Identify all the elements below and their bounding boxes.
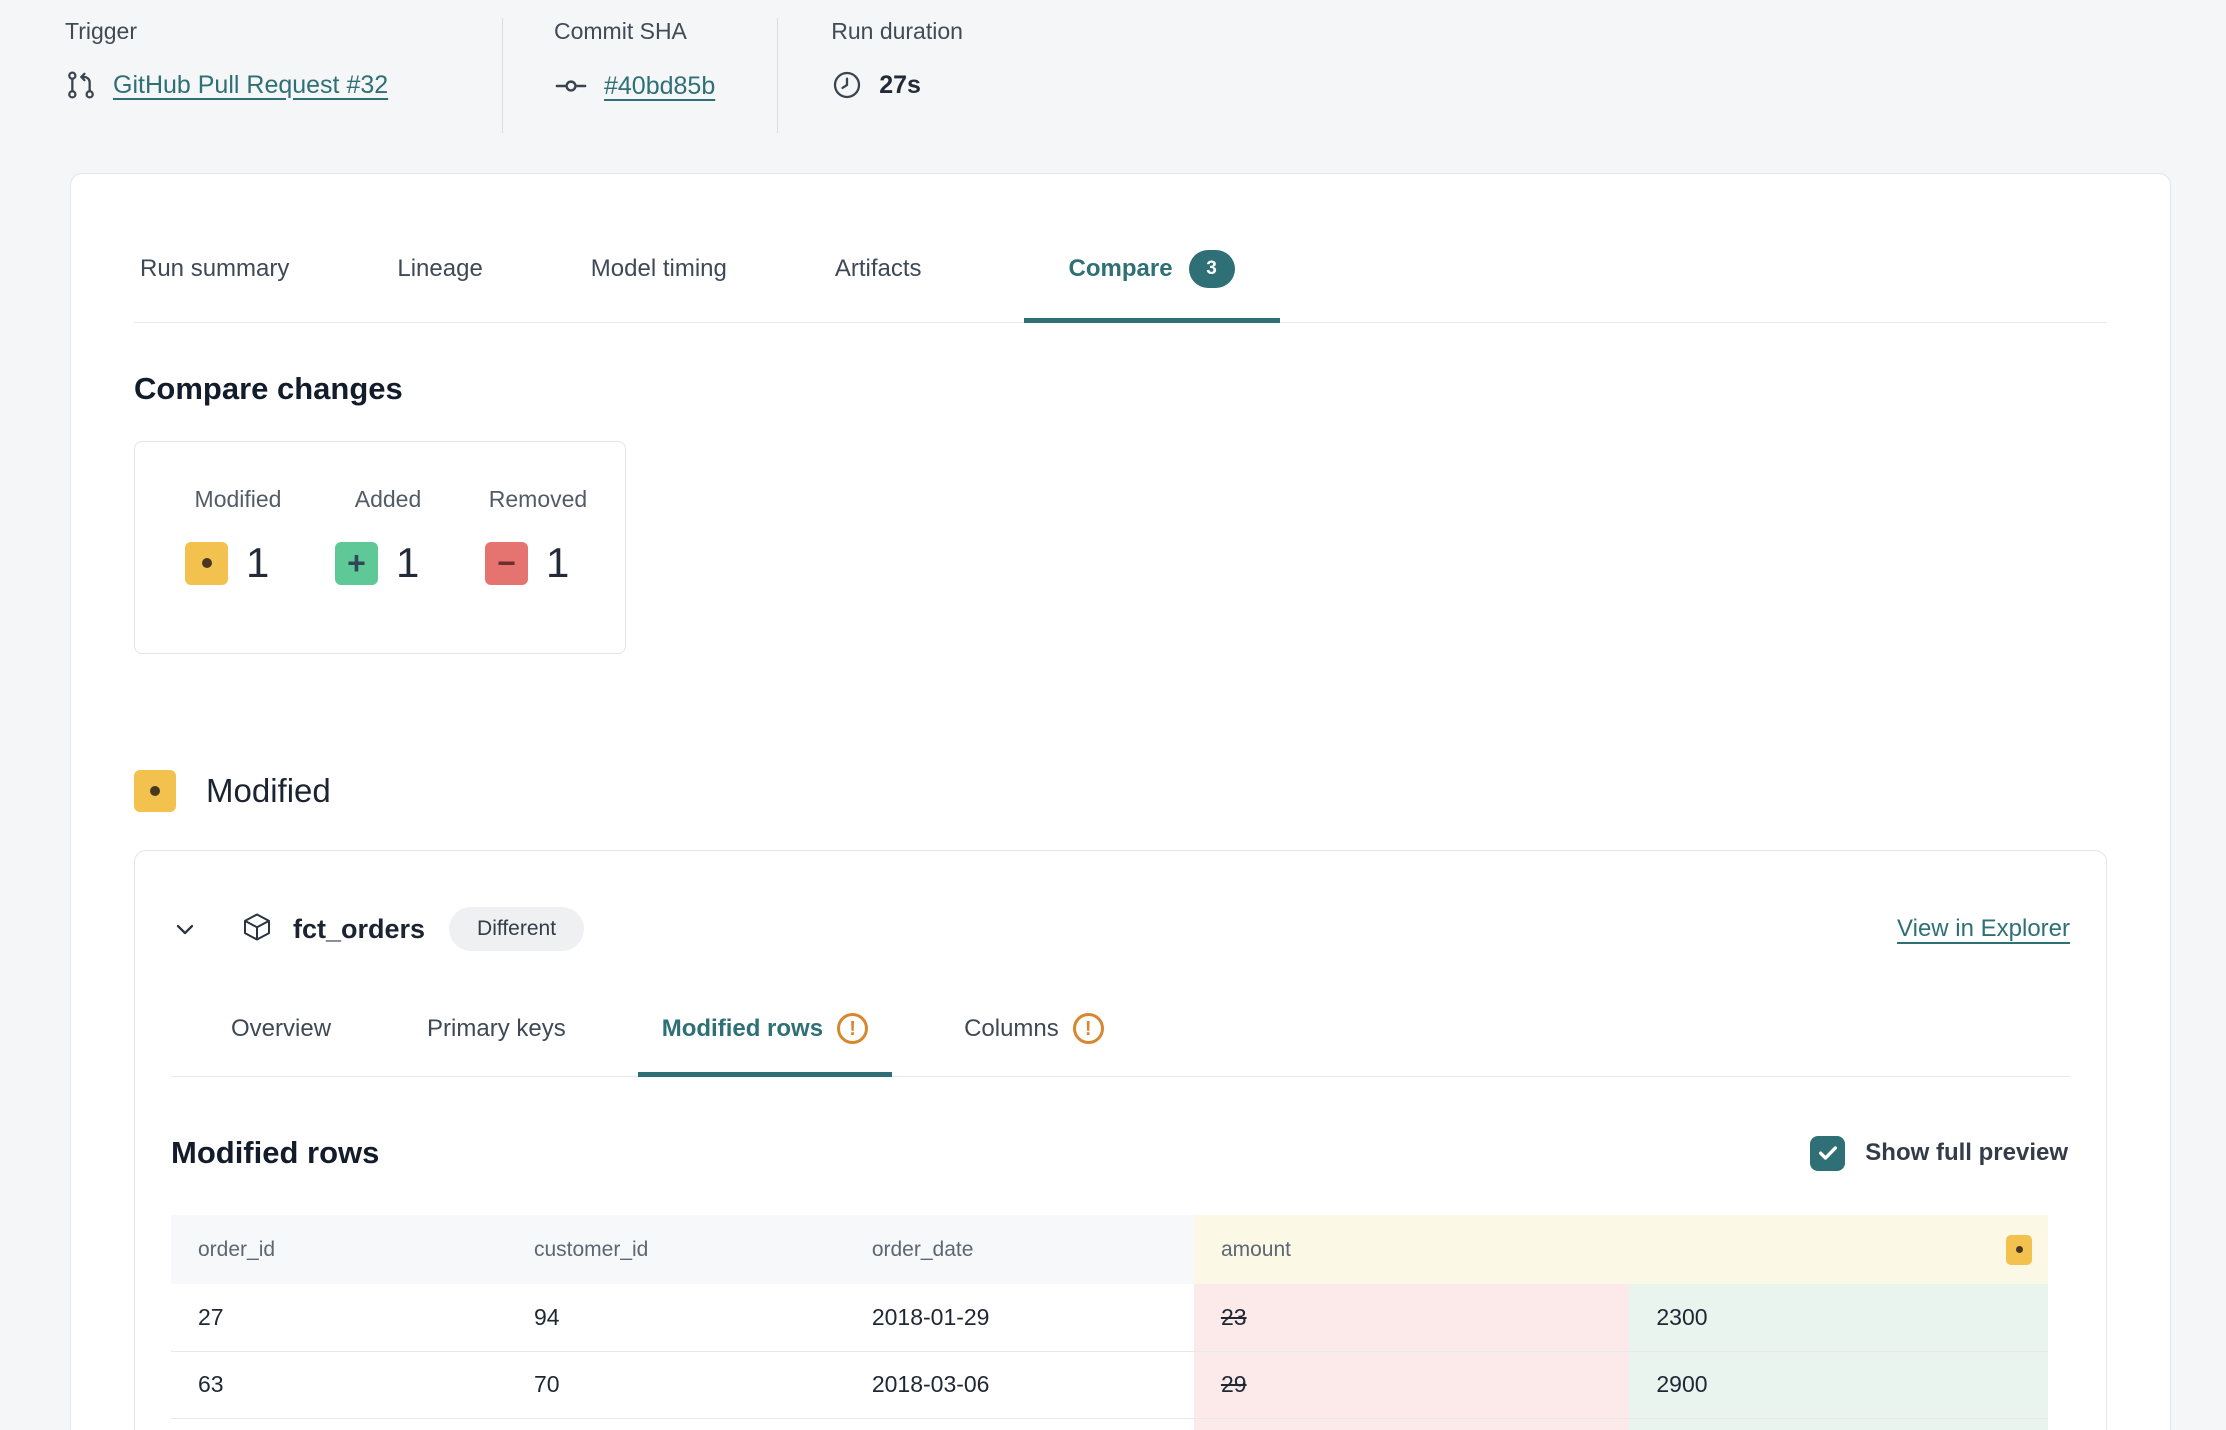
- pull-request-icon: [65, 69, 97, 101]
- change-summary-card: Modified 1 Added + 1 Removed − 1: [134, 441, 626, 654]
- compare-count-badge: 3: [1189, 250, 1235, 288]
- stat-modified: Modified 1: [185, 486, 291, 587]
- cell-amount-old: [1194, 1418, 1629, 1430]
- cell-amount-new: 2900: [1629, 1351, 2048, 1418]
- modified-dot-icon: [134, 770, 176, 812]
- tab-columns[interactable]: Columns !: [940, 1013, 1128, 1077]
- duration-value: 27s: [879, 71, 921, 100]
- table-row: 27 94 2018-01-29 23 2300: [171, 1284, 2048, 1351]
- modified-section-title: Modified: [206, 772, 331, 810]
- cell-amount-old: 23: [1194, 1284, 1629, 1351]
- run-tabs: Run summary Lineage Model timing Artifac…: [134, 250, 2107, 323]
- cell-order-date: 2018-01-29: [845, 1284, 1194, 1351]
- trigger-block: Trigger GitHub Pull Request #32: [65, 18, 502, 173]
- modified-count: 1: [246, 539, 269, 587]
- tab-artifacts[interactable]: Artifacts: [829, 250, 928, 323]
- commit-icon: [554, 69, 588, 103]
- cell-order-date: [845, 1418, 1194, 1430]
- commit-sha-link[interactable]: #40bd85b: [604, 72, 715, 101]
- model-header: fct_orders Different View in Explorer: [171, 851, 2070, 951]
- table-row: 63 70 2018-03-06 29 2900: [171, 1351, 2048, 1418]
- view-in-explorer-link[interactable]: View in Explorer: [1897, 915, 2070, 943]
- col-order-id: order_id: [171, 1215, 507, 1284]
- modified-section-header: Modified: [134, 770, 2107, 812]
- modified-rows-title: Modified rows: [171, 1135, 379, 1171]
- tab-compare[interactable]: Compare 3: [1024, 250, 1280, 323]
- chevron-down-icon[interactable]: [171, 915, 199, 943]
- removed-count: 1: [546, 539, 569, 587]
- table-row: [171, 1418, 2048, 1430]
- trigger-link[interactable]: GitHub Pull Request #32: [113, 71, 388, 100]
- tab-overview[interactable]: Overview: [207, 1013, 355, 1077]
- trigger-label: Trigger: [65, 18, 502, 45]
- modified-column-marker-icon: [2006, 1235, 2032, 1265]
- run-meta-header: Trigger GitHub Pull Request #32 Commit S…: [0, 0, 2226, 173]
- show-full-preview-toggle[interactable]: Show full preview: [1810, 1136, 2068, 1171]
- cell-order-id: 27: [171, 1284, 507, 1351]
- warning-icon: !: [1073, 1013, 1104, 1044]
- commit-label: Commit SHA: [554, 18, 715, 45]
- clock-icon: [831, 69, 863, 101]
- commit-block: Commit SHA #40bd85b: [502, 18, 778, 133]
- model-tabs: Overview Primary keys Modified rows ! Co…: [171, 1013, 2070, 1077]
- tab-primary-keys[interactable]: Primary keys: [403, 1013, 590, 1077]
- model-name: fct_orders: [293, 914, 425, 945]
- removed-minus-icon: −: [485, 542, 528, 585]
- model-cube-icon: [241, 911, 273, 948]
- duration-label: Run duration: [831, 18, 963, 45]
- cell-order-date: 2018-03-06: [845, 1351, 1194, 1418]
- tab-model-timing[interactable]: Model timing: [585, 250, 733, 323]
- col-order-date: order_date: [845, 1215, 1194, 1284]
- cell-amount-new: 2300: [1629, 1284, 2048, 1351]
- stat-added: Added + 1: [335, 486, 441, 587]
- tab-modified-rows[interactable]: Modified rows !: [638, 1013, 892, 1077]
- cell-order-id: [171, 1418, 507, 1430]
- stat-removed: Removed − 1: [485, 486, 591, 587]
- cell-customer-id: 70: [507, 1351, 845, 1418]
- model-diff-card: fct_orders Different View in Explorer Ov…: [134, 850, 2107, 1430]
- cell-customer-id: [507, 1418, 845, 1430]
- tab-lineage[interactable]: Lineage: [391, 250, 488, 323]
- warning-icon: !: [837, 1013, 868, 1044]
- show-full-preview-label: Show full preview: [1865, 1139, 2068, 1167]
- cell-amount-new: [1629, 1418, 2048, 1430]
- cell-order-id: 63: [171, 1351, 507, 1418]
- duration-block: Run duration 27s: [778, 18, 963, 173]
- col-customer-id: customer_id: [507, 1215, 845, 1284]
- added-plus-icon: +: [335, 542, 378, 585]
- cell-amount-old: 29: [1194, 1351, 1629, 1418]
- compare-changes-heading: Compare changes: [134, 371, 2107, 407]
- model-status-badge: Different: [449, 907, 584, 951]
- col-amount: amount: [1194, 1215, 2048, 1284]
- checkbox-checked-icon[interactable]: [1810, 1136, 1845, 1171]
- modified-rows-table: order_id customer_id order_date amount 2…: [171, 1215, 2048, 1430]
- run-detail-card: Run summary Lineage Model timing Artifac…: [70, 173, 2171, 1430]
- modified-dot-icon: [185, 542, 228, 585]
- added-count: 1: [396, 539, 419, 587]
- table-header-row: order_id customer_id order_date amount: [171, 1215, 2048, 1284]
- tab-run-summary[interactable]: Run summary: [134, 250, 295, 323]
- modified-rows-header: Modified rows Show full preview: [171, 1135, 2070, 1171]
- cell-customer-id: 94: [507, 1284, 845, 1351]
